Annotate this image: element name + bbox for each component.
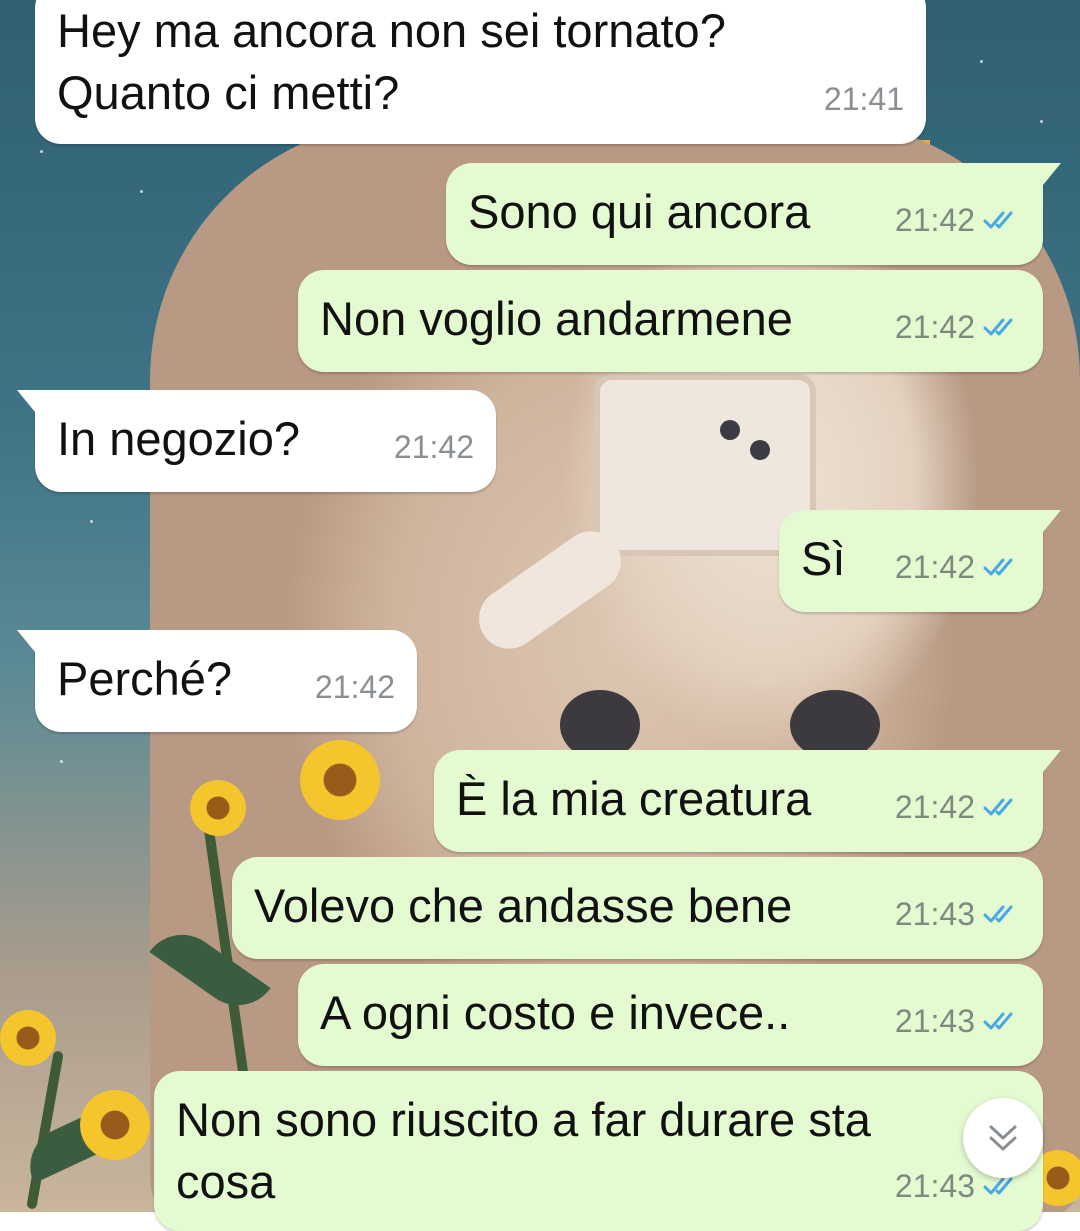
message-time: 21:42 xyxy=(894,789,975,825)
message-text-line: Quanto ci metti? xyxy=(57,66,400,119)
message-time: 21:42 xyxy=(894,202,975,238)
scroll-to-bottom-button[interactable] xyxy=(963,1098,1043,1178)
message-outgoing[interactable]: A ogni costo e invece.. 21:43 xyxy=(298,964,1043,1066)
message-outgoing[interactable]: Non voglio andarmene 21:42 xyxy=(298,270,1043,372)
message-time: 21:42 xyxy=(894,549,975,585)
message-incoming[interactable]: In negozio? 21:42 xyxy=(17,390,496,492)
message-meta: 21:42 xyxy=(315,656,395,718)
message-text: A ogni costo e invece.. xyxy=(320,986,791,1039)
message-outgoing[interactable]: Sì 21:42 xyxy=(779,510,1061,612)
message-incoming[interactable]: Hey ma ancora non sei tornato? Quanto ci… xyxy=(35,0,926,144)
message-text: Sono qui ancora xyxy=(468,185,811,238)
message-time: 21:43 xyxy=(894,896,975,932)
message-text: Sì xyxy=(801,532,846,585)
message-meta: 21:42 xyxy=(895,296,1021,358)
read-receipt-icon xyxy=(983,318,1013,336)
message-incoming[interactable]: Perché? 21:42 xyxy=(17,630,417,732)
message-list[interactable]: Hey ma ancora non sei tornato? Quanto ci… xyxy=(0,0,1080,1231)
double-chevron-down-icon xyxy=(989,1125,1017,1151)
message-text-line: Hey ma ancora non sei tornato? xyxy=(57,4,726,57)
message-time: 21:42 xyxy=(894,309,975,345)
message-outgoing[interactable]: È la mia creatura 21:42 xyxy=(434,750,1061,852)
message-meta: 21:42 xyxy=(895,536,1021,598)
message-text-line: Non sono riuscito a far durare sta xyxy=(176,1093,871,1146)
message-time: 21:42 xyxy=(314,669,395,705)
read-receipt-icon xyxy=(983,1012,1013,1030)
message-text: Volevo che andasse bene xyxy=(254,879,793,932)
message-text: Perché? xyxy=(57,652,233,705)
read-receipt-icon xyxy=(983,905,1013,923)
message-time: 21:43 xyxy=(894,1168,975,1204)
read-receipt-icon xyxy=(983,211,1013,229)
message-text: È la mia creatura xyxy=(456,772,812,825)
message-time: 21:42 xyxy=(393,429,474,465)
message-text: In negozio? xyxy=(57,412,301,465)
message-meta: 21:42 xyxy=(895,776,1021,838)
read-receipt-icon xyxy=(983,798,1013,816)
read-receipt-icon xyxy=(983,558,1013,576)
message-meta: 21:41 xyxy=(824,68,904,130)
message-meta: 21:42 xyxy=(394,416,474,478)
message-meta: 21:42 xyxy=(895,189,1021,251)
message-outgoing[interactable]: Volevo che andasse bene 21:43 xyxy=(232,857,1043,959)
message-outgoing[interactable]: Non sono riuscito a far durare sta cosa … xyxy=(154,1071,1043,1231)
message-meta: 21:43 xyxy=(895,990,1021,1052)
message-text-line: cosa xyxy=(176,1155,276,1208)
message-time: 21:41 xyxy=(823,81,904,117)
message-time: 21:43 xyxy=(894,1003,975,1039)
message-outgoing[interactable]: Sono qui ancora 21:42 xyxy=(446,163,1061,265)
message-text: Non voglio andarmene xyxy=(320,292,793,345)
message-meta: 21:43 xyxy=(895,883,1021,945)
